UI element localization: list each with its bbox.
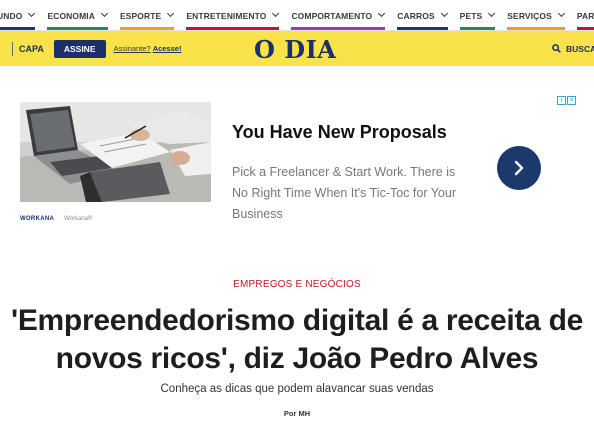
acesse-link[interactable]: Acesse! <box>153 44 182 53</box>
chevron-down-icon <box>28 11 35 18</box>
nav-item-accent <box>397 27 448 30</box>
capa-link[interactable]: CAPA <box>19 44 44 54</box>
chevron-down-icon <box>488 11 495 18</box>
nav-item-servi-os[interactable]: SERVIÇOS <box>501 0 571 30</box>
nav-item-entretenimento[interactable]: ENTRETENIMENTO <box>180 0 285 30</box>
nav-item-label: ENTRETENIMENTO <box>186 10 267 21</box>
nav-item-accent <box>0 27 36 30</box>
ad-title[interactable]: You Have New Proposals <box>232 122 447 143</box>
article-subtitle: Conheça as dicas que podem alavancar sua… <box>160 383 434 395</box>
assinante-prompt: Assinante? Acesse! <box>114 44 182 53</box>
nav-row: UNDO ECONOMIA ESPORTE ENTRETENIMENTO COMPORT… <box>0 0 594 30</box>
site-header: CAPA ASSINE Assinante? Acesse! O DIA BUS… <box>0 31 594 66</box>
nav-item-label: COMPORTAMENTO <box>291 10 373 21</box>
ad-image[interactable] <box>20 102 211 202</box>
nav-item-label: CARROS <box>397 10 435 21</box>
nav-item-accent <box>576 27 594 30</box>
chevron-down-icon <box>272 11 279 18</box>
nav-item-label: PETS <box>459 10 483 21</box>
nav-item-label: ESPORTE <box>120 10 162 21</box>
assine-button[interactable]: ASSINE <box>53 39 106 58</box>
chevron-down-icon <box>441 11 448 18</box>
nav-item-undo[interactable]: UNDO <box>0 0 41 30</box>
chevron-down-icon <box>378 11 385 18</box>
nav-item-accent <box>507 27 565 30</box>
nav-item-esporte[interactable]: ESPORTE <box>114 0 180 30</box>
chevron-down-icon <box>167 11 174 18</box>
ad-choices[interactable]: i × <box>557 96 576 105</box>
search-button[interactable]: BUSCA <box>552 31 594 66</box>
nav-item-comportamento[interactable]: COMPORTAMENTO <box>285 0 391 30</box>
nav-item-economia[interactable]: ECONOMIA <box>41 0 114 30</box>
nav-item-carros[interactable]: CARROS <box>391 0 453 30</box>
nav-item-accent <box>186 27 280 30</box>
chevron-down-icon <box>558 11 565 18</box>
ad-sponsor: Workana® <box>64 216 93 222</box>
laptop-desk-illustration <box>20 102 211 202</box>
site-logo[interactable]: O DIA <box>254 35 336 64</box>
nav-item-accent <box>47 27 108 30</box>
ad-brand-logo: WORKANA <box>20 216 55 222</box>
nav-item-pets[interactable]: PETS <box>454 0 502 30</box>
nav-item-accent <box>120 27 175 30</box>
ad-next-button[interactable] <box>497 146 541 190</box>
divider <box>12 41 13 56</box>
article-section[interactable]: EMPREGOS E NEGÓCIOS <box>0 279 594 290</box>
top-nav: UNDO ECONOMIA ESPORTE ENTRETENIMENTO COMPORT… <box>0 0 594 31</box>
assinante-label[interactable]: Assinante? <box>114 44 151 53</box>
nav-item-parceiros[interactable]: PARCEIROS <box>571 0 594 30</box>
nav-item-label: SERVIÇOS <box>507 10 552 21</box>
ad-info-icon[interactable]: i <box>557 96 566 105</box>
nav-item-label: PARCEIROS <box>576 10 594 21</box>
nav-item-accent <box>459 27 496 30</box>
article-headline: 'Empreendedorismo digital é a receita de… <box>11 304 583 375</box>
search-label: BUSCA <box>566 43 594 54</box>
ad-description[interactable]: Pick a Freelancer & Start Work. There is… <box>232 162 468 225</box>
nav-item-accent <box>291 27 386 30</box>
ad-brand: WORKANA Workana® <box>20 216 92 222</box>
chevron-right-icon <box>514 160 524 176</box>
header-left: CAPA ASSINE Assinante? Acesse! <box>0 31 181 66</box>
chevron-down-icon <box>101 11 108 18</box>
nav-item-label: UNDO <box>0 10 23 21</box>
article-byline: Por MH <box>283 409 311 418</box>
search-icon <box>552 44 561 53</box>
nav-item-label: ECONOMIA <box>47 10 95 21</box>
ad-close-icon[interactable]: × <box>567 96 576 105</box>
